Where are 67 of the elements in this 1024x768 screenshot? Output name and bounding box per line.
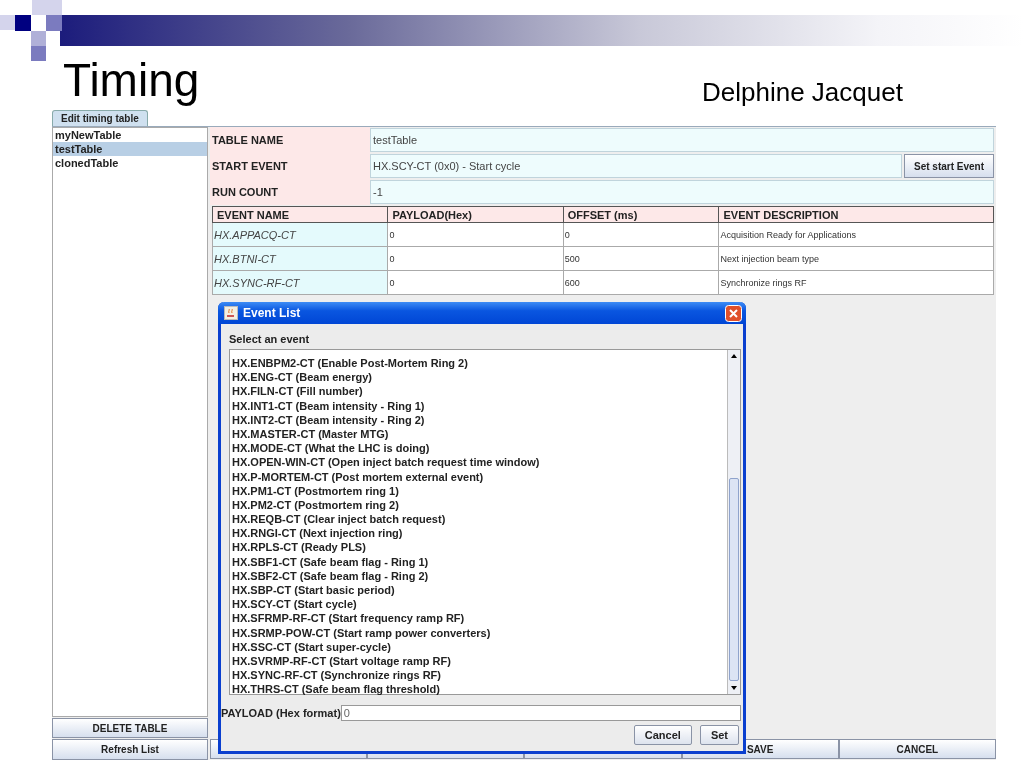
table-cell: Acquisition Ready for Applications bbox=[719, 222, 994, 247]
event-list-item[interactable]: HX.SSC-CT (Start super-cycle) bbox=[232, 639, 727, 654]
event-list-item[interactable]: HX.SFRMP-RF-CT (Start frequency ramp RF) bbox=[232, 611, 727, 626]
dialog-button[interactable]: Cancel bbox=[633, 725, 692, 745]
event-list-item[interactable]: HX.MODE-CT (What the LHC is doing) bbox=[232, 441, 727, 456]
event-list-item[interactable]: HX.ENG-CT (Beam energy) bbox=[232, 370, 727, 385]
author-name: Delphine Jacquet bbox=[702, 76, 903, 108]
table-list-item[interactable]: myNewTable bbox=[53, 128, 207, 142]
event-list-item[interactable]: HX.SBF1-CT (Safe beam flag - Ring 1) bbox=[232, 554, 727, 569]
event-list-item[interactable]: HX.RNGI-CT (Next injection ring) bbox=[232, 526, 727, 541]
event-list-item[interactable]: HX.SBP-CT (Start basic period) bbox=[232, 583, 727, 598]
event-list-item[interactable]: HX.MASTER-CT (Master MTG) bbox=[232, 426, 727, 442]
table-cell: 0 bbox=[387, 270, 564, 295]
field-value[interactable]: -1 bbox=[370, 180, 994, 204]
payload-input[interactable]: 0 bbox=[340, 705, 741, 721]
table-cell: 0 bbox=[387, 246, 564, 271]
field-label: TABLE NAME bbox=[210, 127, 370, 153]
table-list-item[interactable]: testTable bbox=[53, 142, 207, 156]
close-icon[interactable] bbox=[725, 304, 742, 322]
action-button[interactable]: CANCEL bbox=[838, 739, 996, 759]
event-list-item[interactable]: HX.RPLS-CT (Ready PLS) bbox=[232, 540, 727, 555]
table-cell: Synchronize rings RF bbox=[719, 270, 994, 295]
field-value[interactable]: testTable bbox=[370, 128, 994, 152]
field-label: RUN COUNT bbox=[210, 179, 370, 205]
corner-squares-drawing bbox=[0, 0, 62, 62]
table-cell: 0 bbox=[387, 222, 564, 247]
event-list-item[interactable]: HX.SYNC-RF-CT (Synchronize rings RF) bbox=[232, 668, 727, 683]
app-icon bbox=[224, 306, 238, 320]
field-label: START EVENT bbox=[210, 153, 370, 179]
table-cell: HX.SYNC-RF-CT bbox=[212, 270, 388, 295]
table-cell: 600 bbox=[563, 270, 719, 295]
event-list-item[interactable]: HX.INT1-CT (Beam intensity - Ring 1) bbox=[232, 398, 727, 413]
event-list-item[interactable]: HX.PM2-CT (Postmortem ring 2) bbox=[232, 497, 727, 513]
table-list-item[interactable]: clonedTable bbox=[53, 156, 207, 170]
event-list-item[interactable]: HX.SRMP-POW-CT (Start ramp power converters) bbox=[232, 625, 727, 640]
event-list-item[interactable]: HX.SBF2-CT (Safe beam flag - Ring 2) bbox=[232, 568, 727, 583]
event-list-item[interactable]: HX.REQB-CT (Clear inject batch request) bbox=[232, 512, 727, 527]
delete-table-button[interactable]: DELETE TABLE bbox=[52, 718, 208, 738]
event-list-item[interactable]: HX.SVRMP-RF-CT (Start voltage ramp RF) bbox=[232, 653, 727, 669]
event-list-item[interactable]: HX.OPEN-WIN-CT (Open inject batch request time window) bbox=[232, 455, 727, 470]
dialog-button[interactable]: Set bbox=[699, 725, 739, 745]
table-cell: HX.APPACQ-CT bbox=[212, 222, 388, 247]
scrollbar[interactable] bbox=[727, 350, 740, 694]
tab[interactable]: Edit timing table bbox=[52, 110, 148, 126]
table-cell: Next injection beam type bbox=[719, 246, 994, 271]
scroll-thumb[interactable] bbox=[729, 478, 739, 681]
set-start-event-button[interactable]: Set start Event bbox=[904, 154, 994, 178]
slide-title: Timing bbox=[63, 53, 200, 108]
dialog-title: Event List bbox=[243, 306, 302, 320]
event-list-item[interactable]: HX.P-MORTEM-CT (Post mortem external event) bbox=[232, 469, 727, 484]
payload-label: PAYLOAD (Hex format) bbox=[221, 707, 341, 719]
column-header: EVENT DESCRIPTION bbox=[719, 206, 994, 223]
field-value[interactable]: HX.SCY-CT (0x0) - Start cycle bbox=[370, 154, 902, 178]
event-list-item[interactable]: HX.THRS-CT (Safe beam flag threshold) bbox=[232, 682, 727, 697]
event-list-item[interactable]: HX.SCY-CT (Start cycle) bbox=[232, 597, 727, 612]
prompt-label: Select an event bbox=[229, 332, 311, 346]
table-cell: 0 bbox=[563, 222, 719, 247]
column-header: PAYLOAD(Hex) bbox=[387, 206, 564, 223]
event-list-item[interactable]: HX.FILN-CT (Fill number) bbox=[232, 384, 727, 399]
table-cell: 500 bbox=[563, 246, 719, 271]
event-list-item[interactable]: HX.ENBPM2-CT (Enable Post-Mortem Ring 2) bbox=[232, 356, 727, 371]
refresh-list-button[interactable]: Refresh List bbox=[52, 739, 208, 760]
event-list-item[interactable]: HX.INT2-CT (Beam intensity - Ring 2) bbox=[232, 412, 727, 427]
table-cell: HX.BTNI-CT bbox=[212, 246, 388, 271]
column-header: EVENT NAME bbox=[212, 206, 388, 223]
column-header: OFFSET (ms) bbox=[563, 206, 719, 223]
event-list-item[interactable]: HX.PM1-CT (Postmortem ring 1) bbox=[232, 483, 727, 498]
